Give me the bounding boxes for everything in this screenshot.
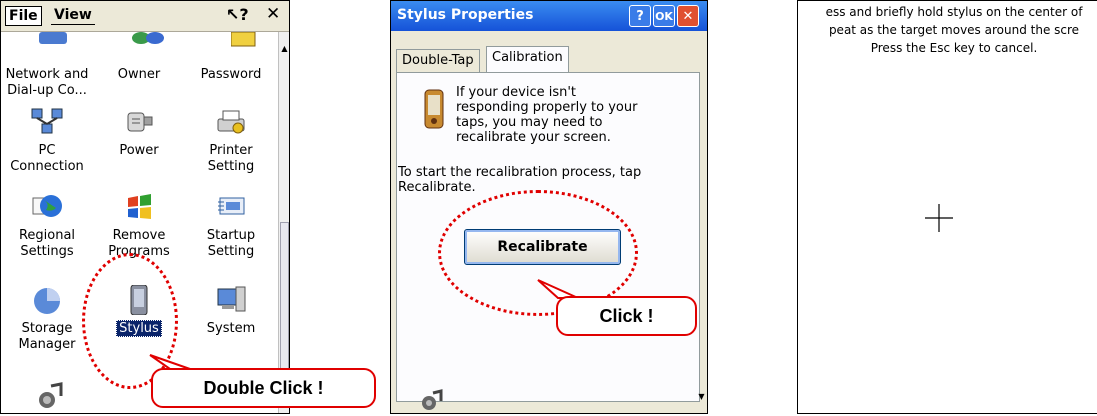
scroll-up-icon[interactable]: ▲ bbox=[279, 44, 289, 56]
cp-item-label: Password bbox=[200, 67, 262, 82]
cp-item-startup[interactable]: Startup Setting bbox=[185, 192, 277, 260]
globe-icon bbox=[32, 195, 62, 217]
cp-item-system[interactable]: System bbox=[185, 285, 277, 337]
click-callout: Click ! bbox=[556, 296, 697, 336]
close-icon[interactable]: ✕ bbox=[266, 4, 280, 24]
cp-item-label: Power bbox=[119, 143, 159, 158]
cp-item-label: PC Connection bbox=[10, 143, 84, 174]
cp-item-label: System bbox=[206, 321, 256, 336]
ok-button[interactable]: OK bbox=[653, 5, 675, 27]
windows-logo-icon bbox=[128, 194, 151, 219]
system-icon bbox=[217, 286, 246, 312]
cp-item-label: Storage Manager bbox=[18, 321, 76, 352]
cp-item-network[interactable]: Network and Dial-up Co... bbox=[1, 67, 93, 99]
cp-item-owner[interactable]: Owner bbox=[93, 67, 185, 83]
partial-icon bbox=[231, 32, 256, 47]
cp-item-label: Regional Settings bbox=[18, 228, 76, 259]
calibration-instructions: ess and briefly hold stylus on the cente… bbox=[825, 5, 1083, 55]
printer-icon bbox=[217, 110, 245, 134]
audio-icon bbox=[422, 389, 443, 410]
help-button[interactable]: ? bbox=[629, 5, 651, 27]
pc-connection-icon bbox=[31, 108, 63, 134]
menu-file[interactable]: File bbox=[5, 6, 42, 26]
dialog-title: Stylus Properties bbox=[397, 7, 534, 23]
cp-item-power[interactable]: Power bbox=[93, 107, 185, 159]
menu-view[interactable]: View bbox=[51, 6, 95, 25]
help-pointer-icon[interactable]: ↖? bbox=[226, 5, 249, 24]
cp-item-password[interactable]: Password bbox=[185, 67, 277, 83]
cp-item-label: Owner bbox=[117, 67, 161, 82]
cp-item-label: Printer Setting bbox=[207, 143, 255, 174]
calibration-screen: ess and briefly hold stylus on the cente… bbox=[797, 0, 1097, 414]
cp-item-remove-programs[interactable]: Remove Programs bbox=[93, 192, 185, 260]
crosshair-target-icon[interactable] bbox=[925, 204, 953, 232]
partial-icon bbox=[132, 32, 164, 44]
pda-icon bbox=[424, 89, 444, 129]
calibration-description: If your device isn't responding properly… bbox=[456, 85, 638, 145]
tab-double-tap[interactable]: Double-Tap bbox=[396, 49, 480, 73]
storage-icon bbox=[34, 288, 60, 314]
cp-item-label: Startup Setting bbox=[206, 228, 256, 259]
cp-item-storage[interactable]: Storage Manager bbox=[1, 285, 93, 353]
menu-bar: File View ↖? ✕ bbox=[1, 1, 289, 32]
tab-calibration[interactable]: Calibration bbox=[486, 46, 569, 73]
cp-item-printer[interactable]: Printer Setting bbox=[185, 107, 277, 175]
cp-item-pc-connection[interactable]: PC Connection bbox=[1, 107, 93, 175]
vertical-scrollbar[interactable]: ▲ bbox=[278, 32, 289, 413]
startup-icon bbox=[218, 197, 245, 215]
double-click-callout: Double Click ! bbox=[151, 368, 376, 408]
title-bar: Stylus Properties ? OK ✕ bbox=[391, 1, 707, 31]
cp-item-regional[interactable]: Regional Settings bbox=[1, 192, 93, 260]
cp-item-label: Network and Dial-up Co... bbox=[5, 67, 89, 98]
audio-icon bbox=[39, 382, 63, 408]
scroll-down-icon[interactable]: ▼ bbox=[696, 381, 707, 413]
network-icon bbox=[27, 34, 61, 64]
power-icon bbox=[127, 112, 153, 132]
close-button[interactable]: ✕ bbox=[677, 5, 699, 27]
